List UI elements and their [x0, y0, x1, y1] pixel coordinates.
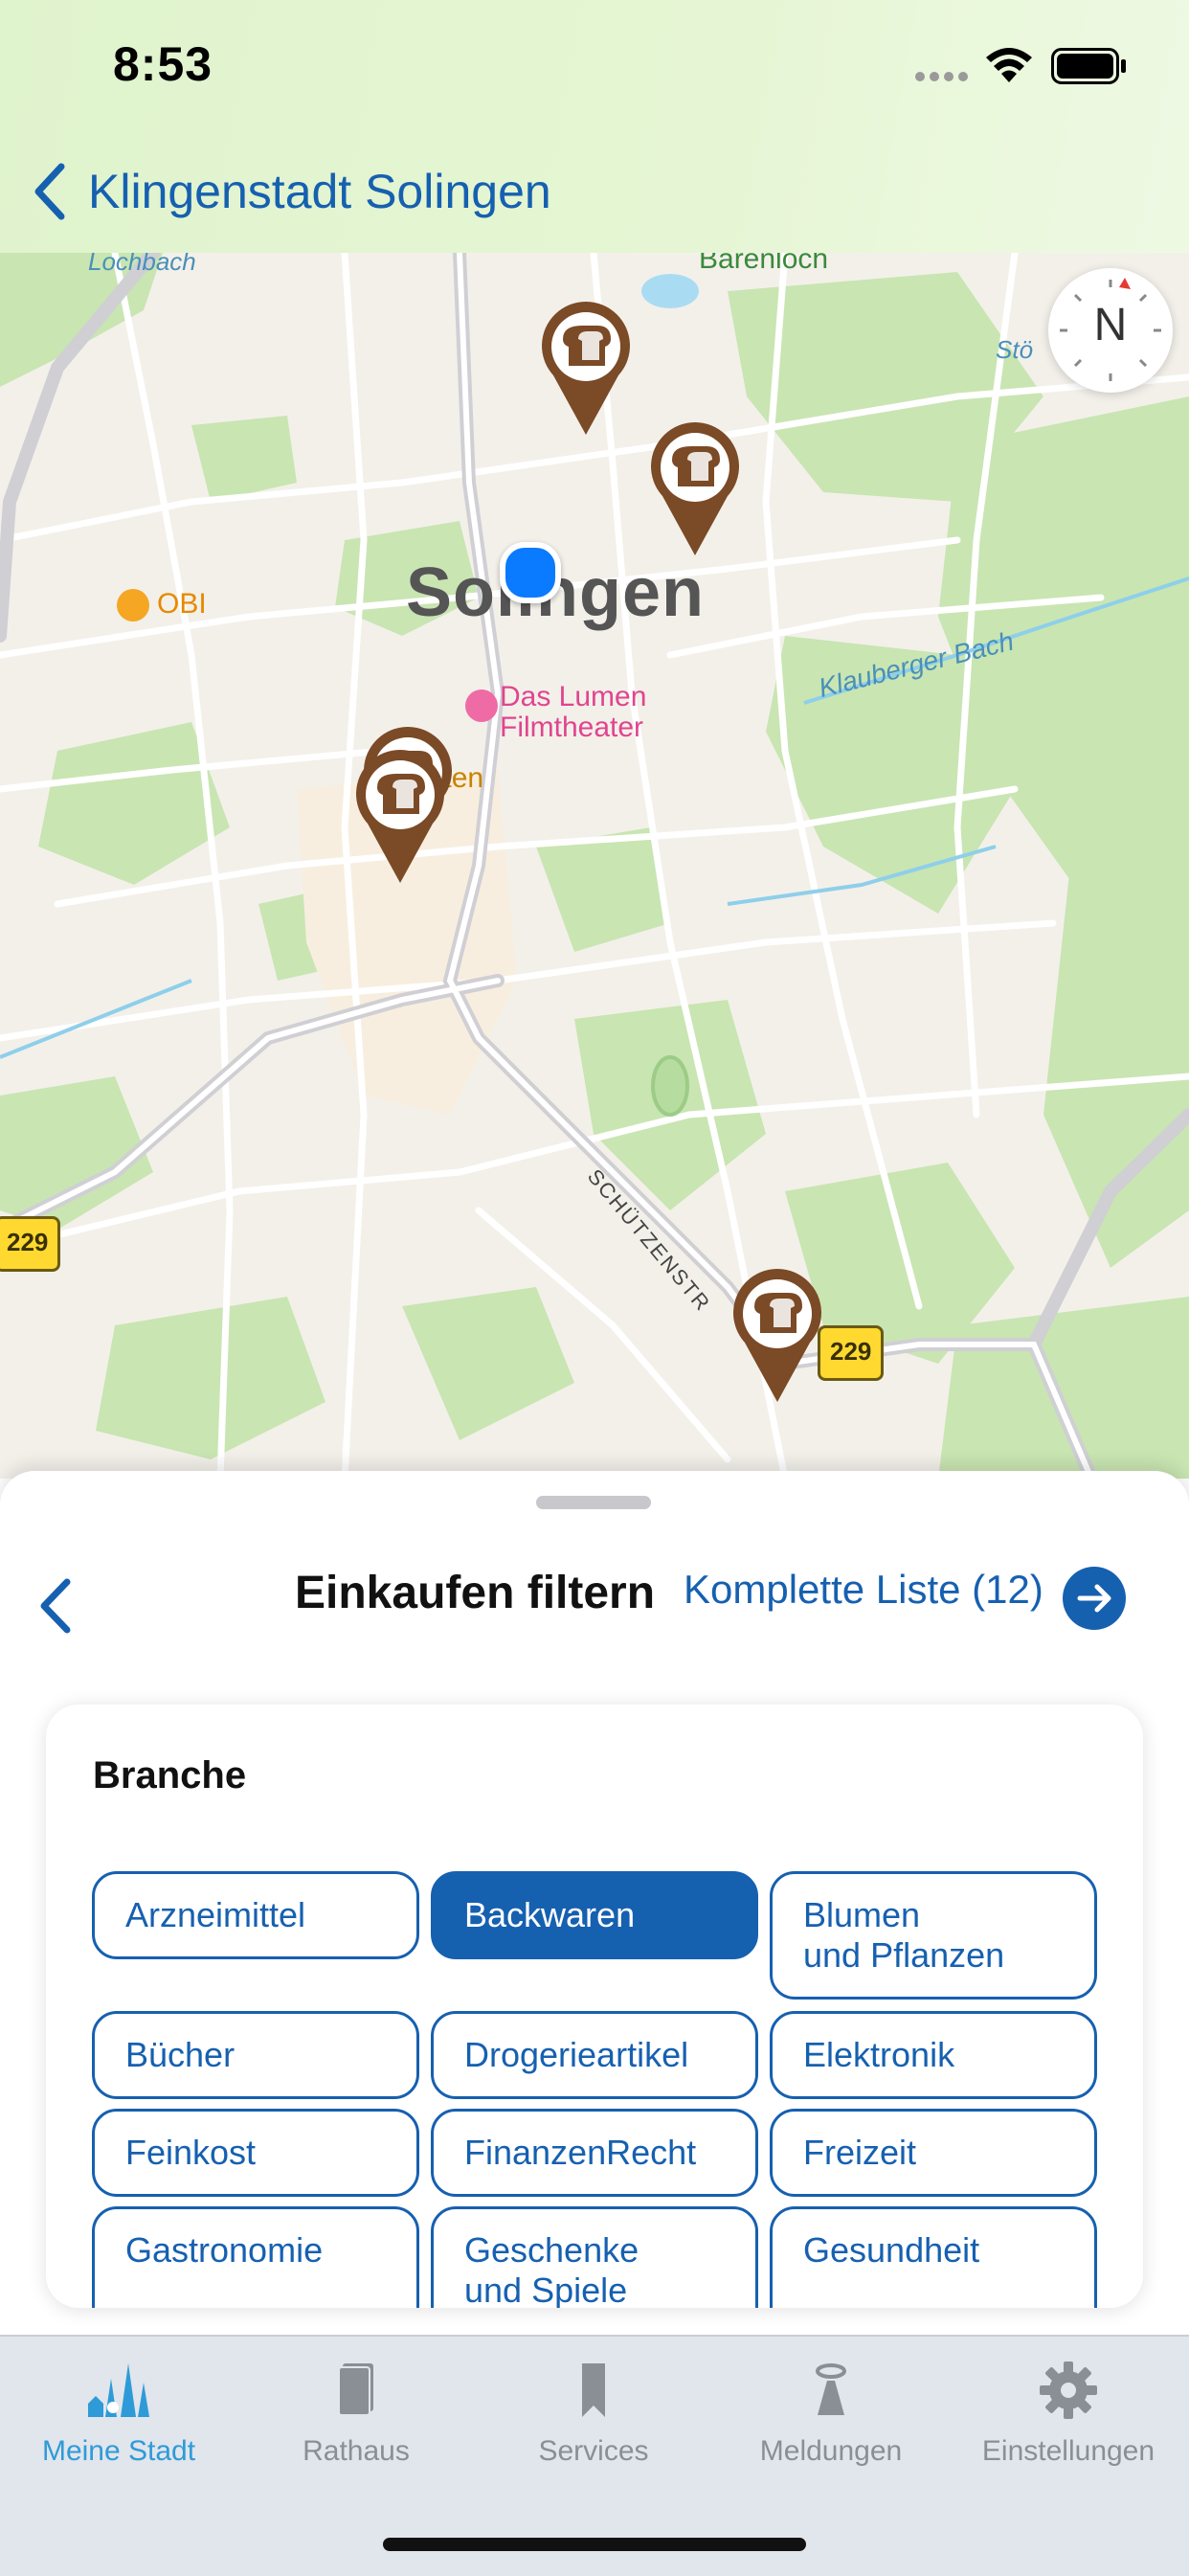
map-poi-lumen: Das Lumen Filmtheater [465, 682, 646, 743]
tab-einstellungen[interactable]: Einstellungen [950, 2360, 1187, 2468]
sheet-title: Einkaufen filtern [295, 1568, 656, 1618]
gear-icon [1040, 2361, 1097, 2419]
filter-sheet: Einkaufen filtern Komplette Liste (12) B… [0, 1471, 1189, 2337]
chip-drogerieartikel[interactable]: Drogerieartikel [431, 2011, 758, 2099]
compass-label: N [1093, 300, 1128, 350]
bakery-pin[interactable] [649, 421, 741, 555]
bread-icon [356, 750, 444, 883]
megaphone-icon [816, 2363, 846, 2415]
tab-label: Einstellungen [981, 2435, 1155, 2467]
chip-backwaren[interactable]: Backwaren [431, 1871, 758, 1959]
map-label-lochbach: Lochbach [88, 253, 196, 276]
wifi-icon [986, 48, 1032, 82]
book-icon [338, 2363, 373, 2416]
route-shield-229-left: 229 [0, 1216, 61, 1272]
nav-header: 8:53 Klingenstadt Solingen [0, 0, 1189, 253]
home-indicator[interactable] [383, 2538, 806, 2551]
chip-arzneimittel[interactable]: Arzneimittel [92, 1871, 419, 1959]
bookmark-icon [582, 2363, 605, 2417]
tab-services[interactable]: Services [475, 2360, 712, 2468]
branch-filter-card: Branche Arzneimittel Backwaren Blumen un… [46, 1705, 1143, 2308]
back-title: Klingenstadt Solingen [88, 165, 551, 218]
tab-label: Meldungen [759, 2435, 903, 2467]
chip-freizeit[interactable]: Freizeit [770, 2109, 1097, 2197]
chip-geschenke-und-spiele[interactable]: Geschenke und Spiele [431, 2206, 758, 2308]
shopping-bag-icon [117, 589, 149, 622]
status-time: 8:53 [113, 37, 213, 91]
tab-meldungen[interactable]: Meldungen [712, 2360, 950, 2468]
arrow-right-icon [1077, 1584, 1111, 1613]
chevron-left-icon [34, 163, 65, 220]
bakery-pin[interactable] [354, 749, 446, 883]
bread-icon [733, 1269, 821, 1402]
chip-gastronomie[interactable]: Gastronomie [92, 2206, 419, 2308]
route-shield-229-right: 229 [818, 1325, 885, 1381]
chip-finanzenrecht[interactable]: FinanzenRecht [431, 2109, 758, 2197]
sheet-back-button[interactable] [29, 1563, 86, 1649]
map-label-stoe: Stö [996, 335, 1034, 364]
city-icon [88, 2363, 149, 2417]
map-label-baerenloch: Bärenloch [699, 253, 829, 275]
sheet-grabber[interactable] [536, 1496, 651, 1509]
bread-icon [651, 422, 739, 555]
map-base [0, 253, 1189, 1479]
map-view[interactable]: Lochbach Bärenloch Stö Solingen OBI Das … [0, 253, 1189, 1479]
bread-icon [542, 302, 630, 435]
chip-elektronik[interactable]: Elektronik [770, 2011, 1097, 2099]
chevron-left-icon [40, 1578, 71, 1634]
cinema-icon [465, 689, 498, 722]
cellular-signal-icon [915, 72, 968, 81]
full-list-link[interactable]: Komplette Liste (12) [684, 1567, 1043, 1613]
chip-gesundheit[interactable]: Gesundheit [770, 2206, 1097, 2308]
tab-label: Meine Stadt [41, 2435, 196, 2467]
bakery-pin[interactable] [731, 1268, 823, 1402]
tab-meine-stadt[interactable]: Meine Stadt [0, 2360, 237, 2468]
full-list-button[interactable] [1063, 1567, 1126, 1630]
card-title: Branche [93, 1754, 247, 1796]
battery-icon [1051, 48, 1126, 84]
bakery-pin[interactable] [540, 301, 632, 435]
tab-label: Services [538, 2435, 649, 2467]
back-button[interactable]: Klingenstadt Solingen [33, 153, 551, 230]
chip-blumen-und-pflanzen[interactable]: Blumen und Pflanzen [770, 1871, 1097, 2000]
chip-feinkost[interactable]: Feinkost [92, 2109, 419, 2197]
tab-rathaus[interactable]: Rathaus [237, 2360, 475, 2468]
user-location-dot [500, 542, 561, 603]
tab-label: Rathaus [303, 2435, 410, 2467]
map-poi-obi: OBI [117, 588, 207, 622]
chip-buecher[interactable]: Bücher [92, 2011, 419, 2099]
compass-button[interactable]: N [1048, 268, 1173, 393]
